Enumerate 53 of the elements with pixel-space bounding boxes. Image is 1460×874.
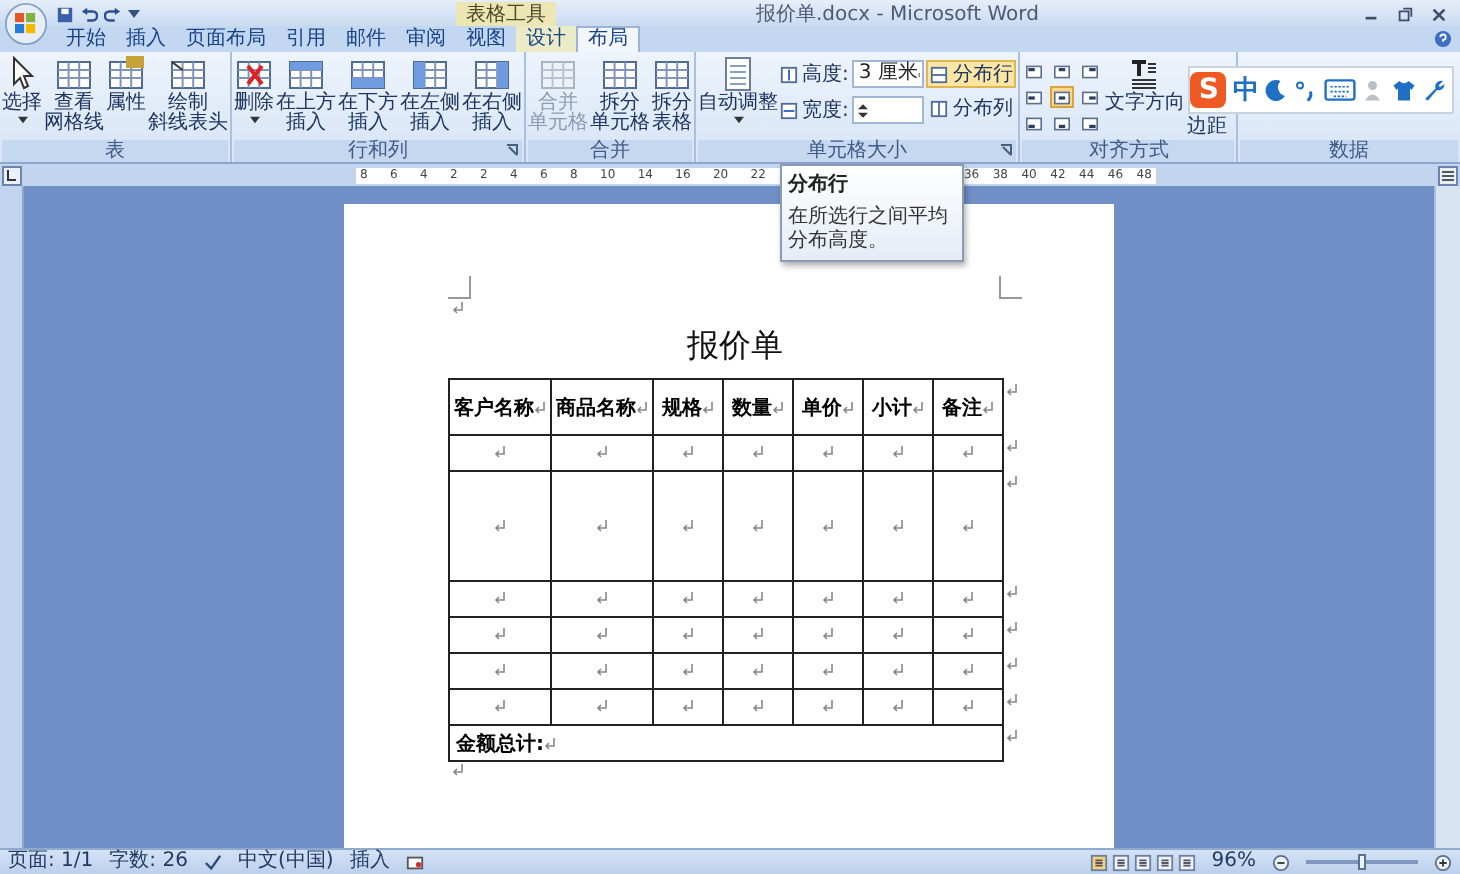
ribbon-tab[interactable]: 布局 xyxy=(576,26,640,52)
group-label: 单元格大小 xyxy=(807,140,908,162)
column-header: 商品名称 xyxy=(556,397,636,419)
group-label: 数据 xyxy=(1329,140,1370,162)
ribbon-button[interactable]: 在右侧 插入 xyxy=(462,56,522,134)
ribbon-tab[interactable]: 引用 xyxy=(276,26,336,52)
column-header: 客户名称 xyxy=(454,397,534,419)
height-label: 高度: xyxy=(802,61,849,88)
ribbon-button[interactable]: 自动调整 xyxy=(698,56,778,124)
ribbon-button[interactable]: 文字方向 xyxy=(1104,56,1185,114)
word-count[interactable]: 字数: 26 xyxy=(109,850,188,874)
group-label: 表 xyxy=(105,140,125,162)
context-tab-label: 表格工具 xyxy=(456,1,556,27)
ribbon-button[interactable]: 绘制 斜线表头 xyxy=(148,56,228,134)
group-label: 行和列 xyxy=(348,140,408,162)
ribbon-button[interactable]: 属性 xyxy=(106,56,146,114)
group-label: 对齐方式 xyxy=(1088,140,1169,162)
column-header: 规格 xyxy=(662,397,702,419)
distribute-button[interactable]: 分布行 xyxy=(926,60,1017,88)
column-header: 小计 xyxy=(872,397,912,419)
column-header: 单价 xyxy=(802,397,842,419)
ribbon-button[interactable]: 查看 网格线 xyxy=(44,56,104,134)
ribbon-button[interactable]: 在左侧 插入 xyxy=(400,56,460,134)
ribbon-button[interactable]: 拆分 表格 xyxy=(652,56,692,134)
ribbon-tab[interactable]: 插入 xyxy=(116,26,176,52)
tooltip-title: 分布行 xyxy=(788,171,850,198)
distribute-button[interactable]: 分布列 xyxy=(926,94,1017,122)
insert-mode[interactable]: 插入 xyxy=(349,850,390,874)
ribbon-tab[interactable]: 页面布局 xyxy=(176,26,276,52)
total-label: 金额总计: xyxy=(456,733,544,755)
document-title: 报价单 xyxy=(687,326,783,368)
language-indicator[interactable]: 中文(中国) xyxy=(237,850,334,874)
ribbon-tab[interactable]: 开始 xyxy=(56,26,116,52)
width-label: 宽度: xyxy=(802,97,849,124)
cell-margins-button[interactable]: 边距 xyxy=(1186,118,1227,138)
input-mode-toggle[interactable]: 中 xyxy=(1232,72,1259,108)
ribbon-button[interactable]: 拆分 单元格 xyxy=(590,56,650,134)
page-count[interactable]: 页面: 1/1 xyxy=(8,850,94,874)
group-label: 合并 xyxy=(590,140,630,162)
column-header: 备注 xyxy=(942,397,982,419)
window-title: 报价单.docx - Microsoft Word xyxy=(754,1,1041,28)
zoom-level[interactable]: 96% xyxy=(1211,850,1256,874)
ribbon-button[interactable]: 删除 xyxy=(234,56,274,124)
ribbon-button[interactable]: 在上方 插入 xyxy=(276,56,336,134)
column-header: 数量 xyxy=(732,397,772,419)
tooltip-text: 在所选行之间平均分布高度。 xyxy=(788,206,950,254)
ribbon-button[interactable]: 选择 xyxy=(2,56,42,124)
height-field[interactable]: 3 厘米 xyxy=(852,60,925,88)
ribbon-tab[interactable]: 设计 xyxy=(516,26,576,52)
ribbon-tab[interactable]: 视图 xyxy=(456,26,516,52)
ribbon-tab[interactable]: 邮件 xyxy=(336,26,396,52)
ribbon-button[interactable]: 在下方 插入 xyxy=(338,56,398,134)
ribbon-tab[interactable]: 审阅 xyxy=(396,26,456,52)
